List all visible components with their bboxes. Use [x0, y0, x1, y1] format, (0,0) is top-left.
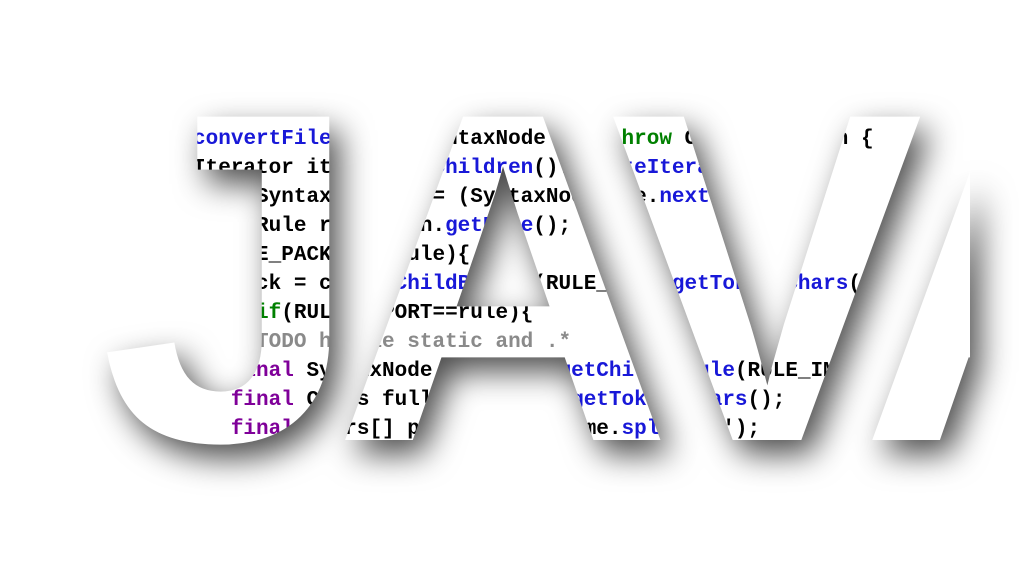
java-word-svg: JAVA void convertFile(final SyntaxNode s…: [100, 80, 970, 500]
code-token: Rule rule = cn.: [243, 215, 445, 238]
code-token: ();: [710, 186, 748, 209]
code-token: else: [193, 302, 243, 325]
code-token: split: [622, 418, 685, 441]
code-token: (): [848, 273, 873, 296]
code-token: getChildByRule: [357, 273, 533, 296]
code-token: getTokensChars: [672, 273, 848, 296]
code-token: final: [231, 389, 294, 412]
code-token: ();: [533, 215, 571, 238]
code-token: CodeException {: [672, 128, 874, 151]
code-token: for: [130, 157, 168, 180]
code-token: [130, 418, 231, 441]
code-token: getTokensChars: [571, 389, 747, 412]
code-token: void: [130, 128, 180, 151]
code-token: (RULE_PACKAGE==rule){: [206, 244, 471, 267]
code-token: [130, 360, 231, 383]
code-token: (RULE_IMPO: [735, 360, 861, 383]
code-token: getChildByRule: [559, 360, 735, 383]
code-token: final: [231, 360, 294, 383]
code-token: [130, 331, 231, 354]
code-token: final: [180, 186, 243, 209]
code-token: SyntaxNode ccn = cn.: [294, 360, 559, 383]
code-token: (: [332, 128, 345, 151]
code-token: getChildren: [395, 157, 534, 180]
code-token: ('.');: [685, 418, 761, 441]
code-token: }: [130, 302, 193, 325]
code-token: Chars fullName = ccn.: [294, 389, 571, 412]
code-token: Chars[] parts = fullName.: [294, 418, 622, 441]
code-token: [130, 186, 180, 209]
code-token: pack = cn.: [130, 273, 357, 296]
code-token: ();ite.: [748, 157, 836, 180]
code-token: //TODO handle static and .*: [231, 331, 571, 354]
code-token: createIterator: [571, 157, 747, 180]
code-token: final: [180, 215, 243, 238]
code-token: final: [231, 418, 294, 441]
code-token: [130, 215, 180, 238]
code-token: final: [344, 128, 407, 151]
code-token: (RULE_IMPORT==rule){: [281, 302, 533, 325]
code-token: SyntaxNode sn): [407, 128, 609, 151]
code-token: [130, 244, 180, 267]
code-token: SyntaxNode cn = (SyntaxNode)ite.: [243, 186, 659, 209]
code-token: if: [180, 244, 205, 267]
code-token: [243, 302, 256, 325]
java-text-graphic: JAVA void convertFile(final SyntaxNode s…: [100, 80, 970, 500]
code-token: ();: [748, 389, 786, 412]
code-token: getRule: [445, 215, 533, 238]
code-token: throw: [609, 128, 672, 151]
code-token: [130, 389, 231, 412]
code-token: (RULE_REF).: [533, 273, 672, 296]
code-token: convertFile: [193, 128, 332, 151]
java-code-snippet: void convertFile(final SyntaxNode sn) th…: [100, 80, 970, 444]
code-foreign-object: void convertFile(final SyntaxNode sn) th…: [100, 80, 970, 500]
code-token: next: [659, 186, 709, 209]
code-token: if: [256, 302, 281, 325]
code-token: [180, 128, 193, 151]
code-token: (Iterator ite=sn.: [168, 157, 395, 180]
code-token: ().: [533, 157, 571, 180]
